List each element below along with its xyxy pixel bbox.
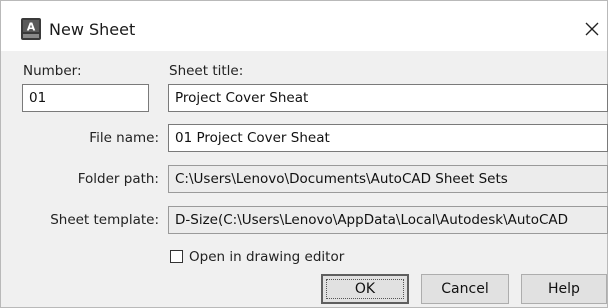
- cancel-button[interactable]: Cancel: [421, 274, 509, 304]
- folder-path-field: C:\Users\Lenovo\Documents\AutoCAD Sheet …: [168, 165, 608, 193]
- cancel-button-label: Cancel: [441, 281, 489, 297]
- svg-text:A: A: [27, 21, 36, 34]
- help-button-label: Help: [548, 281, 580, 297]
- sheet-template-field: D-Size(C:\Users\Lenovo\AppData\Local\Aut…: [168, 206, 608, 234]
- ok-button[interactable]: OK: [321, 274, 409, 304]
- new-sheet-dialog: A New Sheet Number: 01 Sheet title: Proj…: [0, 0, 608, 308]
- number-label: Number:: [23, 63, 82, 79]
- open-in-editor-checkbox[interactable]: [170, 250, 183, 263]
- close-icon[interactable]: [581, 18, 603, 40]
- number-input[interactable]: 01: [22, 84, 149, 112]
- file-name-input[interactable]: 01 Project Cover Sheat: [168, 124, 608, 152]
- folder-path-label: Folder path:: [77, 171, 159, 187]
- focus-indicator: [326, 279, 404, 299]
- sheet-title-input[interactable]: Project Cover Sheat: [168, 84, 608, 112]
- sheet-template-label: Sheet template:: [50, 212, 159, 228]
- window-title: New Sheet: [49, 20, 136, 39]
- title-bar: A New Sheet: [1, 1, 607, 51]
- sheet-title-label: Sheet title:: [169, 63, 244, 79]
- help-button[interactable]: Help: [521, 274, 607, 304]
- open-in-editor-label[interactable]: Open in drawing editor: [189, 249, 344, 265]
- autocad-app-icon: A: [21, 18, 41, 40]
- file-name-label: File name:: [89, 130, 159, 146]
